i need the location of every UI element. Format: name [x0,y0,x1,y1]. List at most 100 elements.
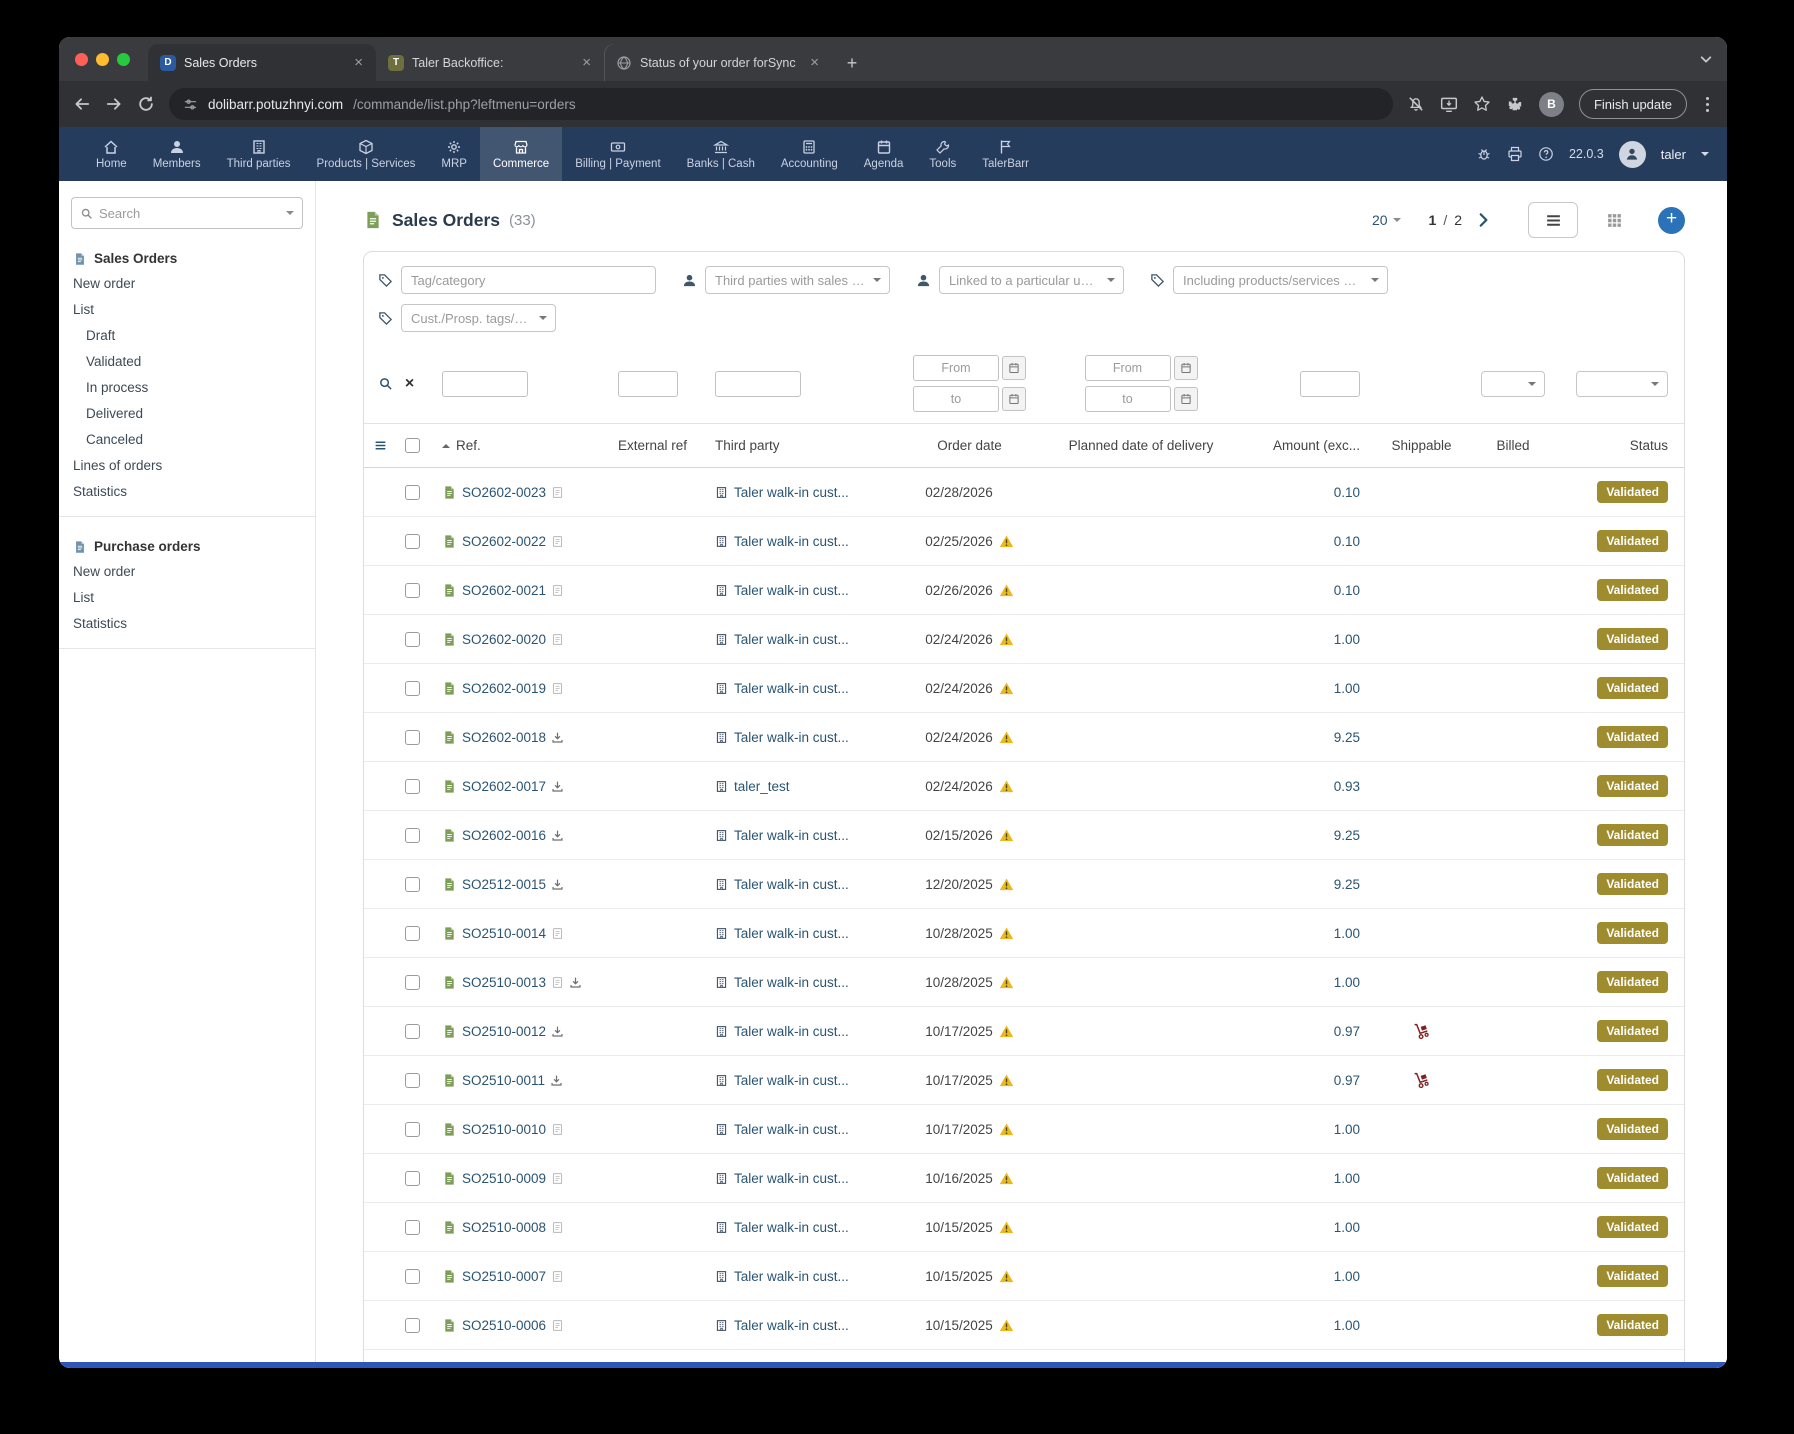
third-party-link[interactable]: Taler walk-in cust... [734,1024,849,1039]
third-party-link[interactable]: Taler walk-in cust... [734,926,849,941]
print-icon[interactable] [1507,146,1523,162]
download-icon[interactable] [550,1074,563,1087]
status-filter[interactable] [1576,371,1668,397]
order-ref-link[interactable]: SO2602-0018 [462,730,546,745]
row-checkbox[interactable] [405,730,420,745]
third-party-link[interactable]: Taler walk-in cust... [734,828,849,843]
third-party-link[interactable]: Taler walk-in cust... [734,1122,849,1137]
header-external-ref[interactable]: External ref [618,438,687,453]
download-icon[interactable] [569,976,582,989]
header-planned-date[interactable]: Planned date of delivery [1069,438,1214,453]
minimize-window-button[interactable] [96,53,109,66]
amount-link[interactable]: 0.10 [1334,534,1360,549]
nav-banks-cash[interactable]: Banks | Cash [674,127,768,181]
row-checkbox[interactable] [405,1024,420,1039]
row-checkbox[interactable] [405,926,420,941]
amount-link[interactable]: 0.10 [1334,485,1360,500]
amount-link[interactable]: 0.97 [1334,1073,1360,1088]
amount-link[interactable]: 1.00 [1334,1171,1360,1186]
row-checkbox[interactable] [405,485,420,500]
sidebar-section-sales-orders[interactable]: Sales Orders [59,247,315,270]
notifications-blocked-icon[interactable] [1407,95,1425,113]
row-checkbox[interactable] [405,1367,420,1369]
tab-close-icon[interactable]: × [351,54,366,71]
sidebar-item[interactable]: Statistics [59,610,315,636]
tab-search-icon[interactable] [1699,52,1713,71]
amount-link[interactable]: 1.00 [1334,1269,1360,1284]
linked-user-filter[interactable]: Linked to a particular user ... [939,266,1124,294]
order-ref-link[interactable]: SO2602-0017 [462,779,546,794]
order-ref-link[interactable]: SO2510-0014 [462,926,546,941]
row-checkbox[interactable] [405,779,420,794]
third-party-link[interactable]: Taler walk-in cust... [734,583,849,598]
browser-menu-icon[interactable] [1702,97,1713,112]
tab-order-status[interactable]: Status of your order forSync × [604,44,832,81]
external-ref-filter-input[interactable] [618,371,678,397]
sidebar-item[interactable]: New order [59,270,315,296]
nav-third-parties[interactable]: Third parties [214,127,304,181]
amount-link[interactable]: 1.00 [1334,926,1360,941]
header-amount[interactable]: Amount (exc... [1273,438,1360,453]
address-bar[interactable]: dolibarr.potuzhnyi.com/commande/list.php… [169,88,1393,120]
nav-home[interactable]: Home [83,127,140,181]
order-ref-link[interactable]: SO2512-0015 [462,877,546,892]
ref-filter-input[interactable] [442,371,528,397]
cust-prosp-tags-filter[interactable]: Cust./Prosp. tags/cat... [401,304,556,332]
third-party-link[interactable]: Taler walk-in cust... [734,1171,849,1186]
header-third-party[interactable]: Third party [715,438,780,453]
download-icon[interactable] [551,1025,564,1038]
search-submit-icon[interactable] [378,376,393,391]
third-party-link[interactable]: taler_test [734,779,790,794]
bug-icon[interactable] [1476,146,1492,162]
header-status[interactable]: Status [1630,438,1668,453]
amount-link[interactable]: 1.00 [1334,1220,1360,1235]
list-view-button[interactable] [1528,202,1578,238]
row-checkbox[interactable] [405,1269,420,1284]
row-checkbox[interactable] [405,1171,420,1186]
new-order-button[interactable]: + [1658,207,1685,234]
order-ref-link[interactable]: SO2602-0022 [462,534,546,549]
next-page-button[interactable] [1474,211,1492,229]
order-date-from-input[interactable] [913,355,999,381]
order-ref-link[interactable]: SO2510-0007 [462,1269,546,1284]
sidebar-item[interactable]: Canceled [59,426,315,452]
sidebar-section-purchase-orders[interactable]: Purchase orders [59,535,315,558]
order-ref-link[interactable]: SO2602-0019 [462,681,546,696]
row-checkbox[interactable] [405,1073,420,1088]
tab-sales-orders[interactable]: D Sales Orders × [148,44,376,81]
download-icon[interactable] [551,731,564,744]
extensions-icon[interactable] [1506,95,1524,113]
third-party-link[interactable]: Taler walk-in cust... [734,534,849,549]
columns-selector-icon[interactable] [374,439,387,452]
page-size-selector[interactable]: 20 [1372,212,1401,228]
save-page-icon[interactable] [1440,95,1458,113]
amount-link[interactable]: 9.25 [1334,877,1360,892]
products-services-filter[interactable]: Including products/services with... [1173,266,1388,294]
planned-date-to-input[interactable] [1085,386,1171,412]
grid-view-button[interactable] [1596,202,1632,238]
sidebar-item[interactable]: Statistics [59,478,315,504]
amount-link[interactable]: 1.00 [1334,1122,1360,1137]
help-icon[interactable] [1538,146,1554,162]
third-party-link[interactable]: Taler walk-in cust... [734,730,849,745]
planned-date-from-input[interactable] [1085,355,1171,381]
header-billed[interactable]: Billed [1496,438,1529,453]
order-ref-link[interactable]: SO2510-0009 [462,1171,546,1186]
order-ref-link[interactable]: SO2510-0011 [462,1073,545,1088]
amount-link[interactable]: 9.25 [1334,730,1360,745]
order-ref-link[interactable]: SO2510-0006 [462,1318,546,1333]
profile-avatar[interactable]: B [1539,92,1564,117]
sidebar-item[interactable]: Lines of orders [59,452,315,478]
user-name[interactable]: taler [1661,147,1686,162]
amount-link[interactable]: 1.00 [1334,975,1360,990]
finish-update-button[interactable]: Finish update [1579,89,1687,119]
nav-talerbarr[interactable]: TalerBarr [969,127,1042,181]
calendar-button[interactable] [1174,387,1198,411]
row-checkbox[interactable] [405,1122,420,1137]
new-tab-button[interactable]: + [838,49,866,77]
nav-mrp[interactable]: MRP [428,127,480,181]
sidebar-item[interactable]: Validated [59,348,315,374]
nav-accounting[interactable]: Accounting [768,127,851,181]
third-party-link[interactable]: Taler walk-in cust... [734,975,849,990]
row-checkbox[interactable] [405,583,420,598]
